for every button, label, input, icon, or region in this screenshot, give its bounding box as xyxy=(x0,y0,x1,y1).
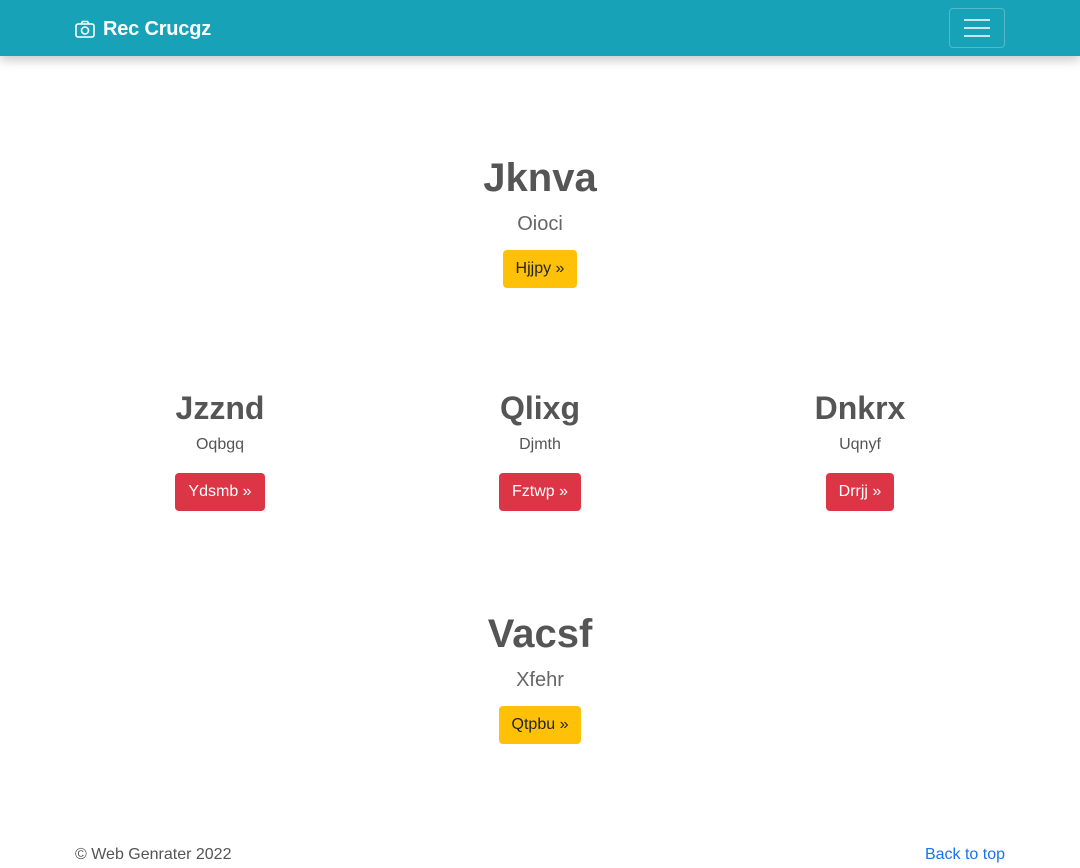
brand-name: Rec Crucgz xyxy=(103,17,212,40)
hero-top-subtitle: Oioci xyxy=(517,213,563,235)
card-2-button[interactable]: Fztwp » xyxy=(498,472,581,511)
hero-bottom-title: Vacsf xyxy=(487,612,593,656)
navbar-toggler-button[interactable] xyxy=(949,8,1005,48)
camera-icon xyxy=(75,20,95,38)
hero-bottom-button[interactable]: Qtpbu » xyxy=(498,706,582,744)
hero-bottom-section: Vacsf Xfehr Qtpbu » xyxy=(340,610,740,744)
hero-top-button[interactable]: Hjjpy » xyxy=(502,250,578,288)
footer-copyright: © Web Genrater 2022 xyxy=(75,846,232,863)
hero-bottom-subtitle: Xfehr xyxy=(516,669,564,691)
card-1-button[interactable]: Ydsmb » xyxy=(175,472,265,511)
card-3-subtitle: Uqnyf xyxy=(839,436,881,454)
card-3-button[interactable]: Drrjj » xyxy=(825,472,895,511)
navbar: Rec Crucgz xyxy=(0,0,1080,56)
hamburger-menu-icon xyxy=(964,19,990,37)
hero-top-title: Jknva xyxy=(483,156,597,200)
brand-link[interactable]: Rec Crucgz xyxy=(75,16,211,42)
hero-top-section: Jknva Oioci Hjjpy » xyxy=(340,154,740,288)
card-3-title: Dnkrx xyxy=(814,390,906,426)
card-3: Dnkrx Uqnyf Drrjj » xyxy=(660,389,1060,511)
back-to-top-link[interactable]: Back to top xyxy=(925,846,1005,864)
